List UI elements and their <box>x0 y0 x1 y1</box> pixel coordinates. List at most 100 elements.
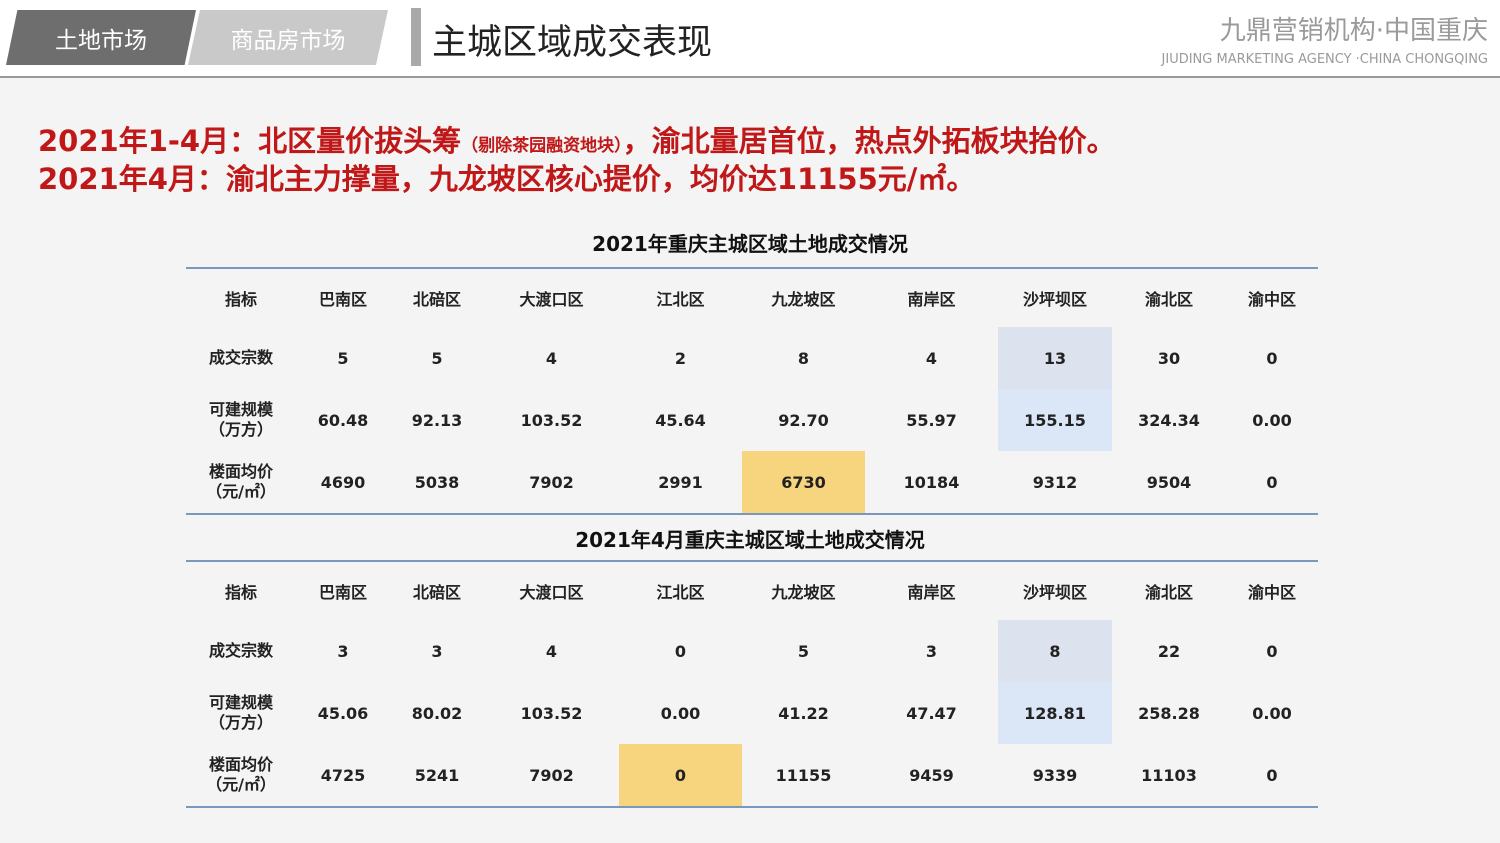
table-cell: 0 <box>1266 472 1278 492</box>
brand-logo-text: 九鼎营销机构·中国重庆 <box>1219 16 1488 46</box>
table-row: 楼面均价 （元/㎡） 4725 5241 7902 0 11155 9459 9339 11103… <box>186 744 1318 807</box>
title-accent-bar <box>411 8 421 66</box>
column-header-district: 南岸区 <box>907 583 956 602</box>
table-cell: 5038 <box>414 472 460 492</box>
table-row: 可建规模 （万方） 45.06 80.02 103.52 0.00 41.22 47.47 12… <box>186 682 1318 744</box>
table-cell: 0 <box>674 641 687 661</box>
table-cell: 4690 <box>320 472 366 492</box>
table-cell: 0 <box>1266 765 1278 785</box>
column-header-district: 南岸区 <box>907 290 956 309</box>
table-cell: 4 <box>545 641 558 661</box>
brand-english-text: JIUDING MARKETING AGENCY ·CHINA CHONGQIN… <box>1161 52 1488 67</box>
row-label: 成交宗数 <box>186 620 296 682</box>
table-cell: 6730 <box>742 451 865 514</box>
column-header-district: 江北区 <box>656 290 705 309</box>
table-cell: 258.28 <box>1138 703 1200 723</box>
table-cell: 5 <box>431 348 443 368</box>
row-label-line: 楼面均价 <box>208 462 273 481</box>
row-label: 楼面均价 （元/㎡） <box>186 744 296 807</box>
table-cell: 3 <box>431 641 443 661</box>
tab-land-market[interactable]: 土地市场 <box>6 10 196 65</box>
row-label: 楼面均价 （元/㎡） <box>186 451 296 514</box>
table-cell: 0.00 <box>1252 703 1292 723</box>
table-cell: 41.22 <box>778 703 829 723</box>
table-cell: 0 <box>619 744 742 807</box>
table-cell: 2 <box>674 348 687 368</box>
column-header-district: 北碚区 <box>412 583 461 602</box>
table-cell: 2991 <box>658 472 703 492</box>
tab-label: 土地市场 <box>55 27 147 54</box>
headline-1-note: （剔除茶园融资地块） <box>461 136 623 156</box>
column-header-district: 巴南区 <box>318 290 367 309</box>
table-cell: 4 <box>545 348 558 368</box>
row-label-line: （元/㎡） <box>206 482 276 501</box>
table-cell: 0.00 <box>660 703 701 723</box>
table-cell: 324.34 <box>1138 410 1200 430</box>
column-header-district: 九龙坡区 <box>771 290 836 309</box>
row-label-line: （万方） <box>208 420 273 439</box>
table-1-title: 2021年重庆主城区域土地成交情况 <box>592 232 908 256</box>
table-cell: 0.00 <box>1252 410 1292 430</box>
table-cell: 9504 <box>1146 472 1192 492</box>
column-header-district: 渝北区 <box>1144 290 1193 309</box>
table-cell: 5 <box>337 348 349 368</box>
row-label: 可建规模 （万方） <box>186 389 296 451</box>
row-label: 可建规模 （万方） <box>186 682 296 744</box>
column-header-district: 江北区 <box>656 583 705 602</box>
table-row: 成交宗数 3 3 4 0 5 3 8 22 0 <box>186 620 1318 682</box>
column-header-indicator: 指标 <box>224 290 257 309</box>
table-2-title: 2021年4月重庆主城区域土地成交情况 <box>575 528 925 552</box>
table-row: 可建规模 （万方） 60.48 92.13 103.52 45.64 92.70 55.97 1… <box>186 389 1318 451</box>
table-cell: 9459 <box>909 765 954 785</box>
table-cell: 11103 <box>1141 765 1197 785</box>
row-label-line: 楼面均价 <box>208 755 273 774</box>
table-cell: 55.97 <box>906 410 957 430</box>
table-row: 楼面均价 （元/㎡） 4690 5038 7902 2991 6730 10184 9312 95… <box>186 451 1318 514</box>
table-header-row: 指标 巴南区 北碚区 大渡口区 江北区 九龙坡区 南岸区 沙坪坝区 渝北区 渝中区 <box>186 268 1318 327</box>
table-cell: 80.02 <box>411 703 463 723</box>
row-label-line: （元/㎡） <box>206 775 276 794</box>
table-cell: 4 <box>925 348 938 368</box>
table-cell: 9312 <box>1032 472 1078 492</box>
table-cell: 8 <box>797 348 810 368</box>
column-header-district: 九龙坡区 <box>771 583 836 602</box>
table-cell: 128.81 <box>998 682 1112 744</box>
table-cell: 5 <box>797 641 810 661</box>
table-cell: 0 <box>1266 348 1278 368</box>
table-cell: 13 <box>998 327 1112 389</box>
column-header-district: 沙坪坝区 <box>1022 290 1087 309</box>
tab-label: 商品房市场 <box>230 27 346 54</box>
land-deals-ytd-table: 指标 巴南区 北碚区 大渡口区 江北区 九龙坡区 南岸区 沙坪坝区 渝北区 渝中区成交宗数 5 5 4 2… <box>186 267 1318 515</box>
table-cell: 8 <box>998 620 1112 682</box>
table-cell: 7902 <box>529 472 574 492</box>
land-deals-april-table: 指标 巴南区 北碚区 大渡口区 江北区 九龙坡区 南岸区 沙坪坝区 渝北区 渝中区 成交宗数 3 3 4 0… <box>186 560 1318 808</box>
row-label: 成交宗数 <box>186 327 296 389</box>
table-cell: 103.52 <box>520 703 583 723</box>
headline-1-main: 2021年1-4月：北区量价拔头筹 <box>38 124 462 158</box>
table-cell: 5241 <box>414 765 460 785</box>
column-header-district: 大渡口区 <box>519 290 584 309</box>
column-header-district: 巴南区 <box>318 583 367 602</box>
table-cell: 45.64 <box>655 410 706 430</box>
row-label-line: 可建规模 <box>208 400 273 419</box>
table-cell: 3 <box>925 641 938 661</box>
column-header-district: 渝北区 <box>1144 583 1193 602</box>
table-cell: 11155 <box>775 765 832 785</box>
table-cell: 7902 <box>529 765 574 785</box>
table-cell: 10184 <box>903 472 960 492</box>
table-cell: 22 <box>1157 641 1181 661</box>
column-header-district: 北碚区 <box>412 290 461 309</box>
table-header-row: 指标 巴南区 北碚区 大渡口区 江北区 九龙坡区 南岸区 沙坪坝区 渝北区 渝中区 <box>186 561 1318 620</box>
column-header-district: 渝中区 <box>1247 290 1296 309</box>
row-label-line: （万方） <box>208 713 273 732</box>
column-header-district: 沙坪坝区 <box>1022 583 1087 602</box>
table-cell: 47.47 <box>906 703 957 723</box>
table-cell: 92.13 <box>411 410 463 430</box>
headline-line-1: 2021年1-4月：北区量价拔头筹（剔除茶园融资地块），渝北量居首位，热点外拓板… <box>38 118 1116 160</box>
table-cell: 4725 <box>320 765 366 785</box>
tab-housing-market[interactable]: 商品房市场 <box>188 10 388 65</box>
table-cell: 3 <box>337 641 349 661</box>
table-cell: 103.52 <box>520 410 583 430</box>
table-cell: 45.06 <box>317 703 369 723</box>
column-header-indicator: 指标 <box>224 583 257 602</box>
